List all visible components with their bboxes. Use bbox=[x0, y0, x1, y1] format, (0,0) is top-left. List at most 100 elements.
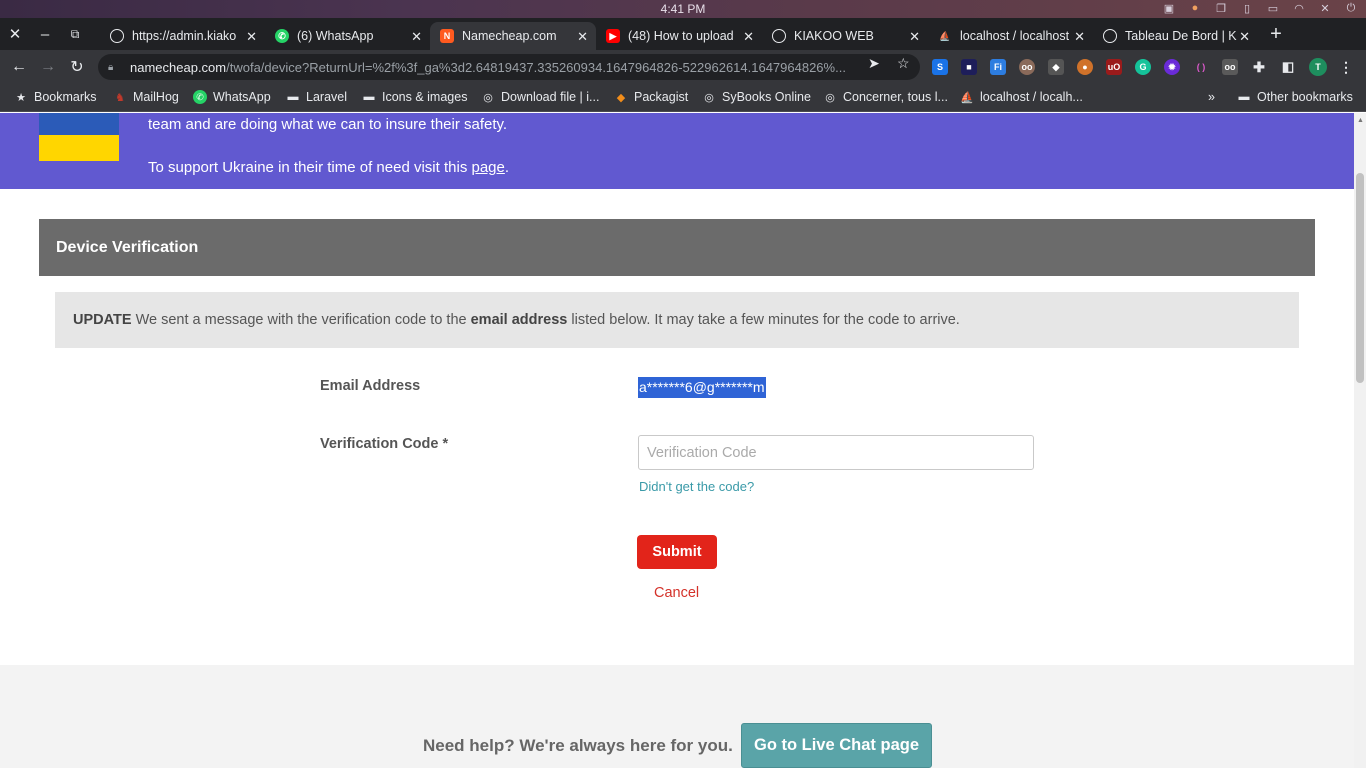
window-restore-icon[interactable]: ⧉ bbox=[60, 18, 90, 50]
bookmark-item[interactable]: ✆ WhatsApp bbox=[193, 90, 271, 104]
bookmark-item[interactable]: ⛵ localhost / localh... bbox=[960, 90, 1083, 104]
new-tab-icon[interactable]: + bbox=[1266, 18, 1286, 50]
system-tray: ▣ ● ❐ ▯ ▭ ◠ ✕ ⏻ bbox=[1162, 2, 1358, 15]
mailhog-icon: ♞ bbox=[115, 91, 125, 104]
address-bar[interactable]: 🔒︎ namecheap.com/twofa/device?ReturnUrl=… bbox=[98, 54, 920, 80]
globe-icon bbox=[110, 29, 124, 43]
folder-icon: ▬ bbox=[1238, 91, 1250, 103]
windows-icon[interactable]: ❐ bbox=[1214, 2, 1228, 15]
os-top-bar: 4:41 PM ▣ ● ❐ ▯ ▭ ◠ ✕ ⏻ bbox=[0, 0, 1366, 18]
live-chat-button[interactable]: Go to Live Chat page bbox=[741, 723, 932, 768]
help-text: Need help? We're always here for you. bbox=[423, 736, 733, 755]
wifi-icon[interactable]: ◠ bbox=[1292, 2, 1306, 15]
send-icon[interactable]: ➤ bbox=[868, 55, 880, 72]
email-label: Email Address bbox=[320, 378, 421, 394]
back-icon[interactable]: ← bbox=[8, 56, 30, 78]
extension-owl-icon[interactable]: oo bbox=[1019, 59, 1035, 75]
extension-glasses-icon[interactable]: oo bbox=[1222, 59, 1238, 75]
banner-support-text: To support Ukraine in their time of need… bbox=[148, 159, 510, 176]
tab-close-icon[interactable]: ✕ bbox=[909, 29, 920, 45]
bookmark-folder[interactable]: ▬ Icons & images bbox=[362, 90, 468, 104]
tab-close-icon[interactable]: ✕ bbox=[246, 29, 257, 45]
tab-namecheap[interactable]: N Namecheap.com ✕ bbox=[430, 22, 596, 50]
bookmark-item[interactable]: ★ Bookmarks bbox=[14, 90, 96, 104]
ukraine-banner: team and are doing what we can to insure… bbox=[0, 113, 1354, 189]
whatsapp-icon: ✆ bbox=[275, 29, 289, 43]
email-value: a*******6@g*******m bbox=[638, 377, 766, 398]
cancel-link[interactable]: Cancel bbox=[654, 585, 699, 601]
tab-close-icon[interactable]: ✕ bbox=[1074, 29, 1085, 45]
folder-icon: ▬ bbox=[287, 91, 299, 103]
tab-tableau-de-bord[interactable]: Tableau De Bord | K ✕ bbox=[1093, 22, 1258, 50]
submit-button[interactable]: Submit bbox=[637, 535, 717, 569]
bookmarks-overflow-icon[interactable]: » bbox=[1208, 90, 1215, 104]
globe-icon bbox=[772, 29, 786, 43]
tab-admin-kiakoo[interactable]: https://admin.kiako ✕ bbox=[100, 22, 265, 50]
bookmarks-bar: ★ Bookmarks ♞ MailHog ✆ WhatsApp ▬ Laravel ▬… bbox=[0, 84, 1366, 112]
browser-toolbar: ← → ↻ 🔒︎ namecheap.com/twofa/device?Retu… bbox=[0, 50, 1366, 84]
tab-kiakoo-web[interactable]: KIAKOO WEB ✕ bbox=[762, 22, 928, 50]
tab-localhost[interactable]: ⛵ localhost / localhost ✕ bbox=[928, 22, 1093, 50]
bookmark-item[interactable]: ◎ SyBooks Online bbox=[702, 90, 811, 104]
extension-shield-icon[interactable]: ■ bbox=[961, 59, 977, 75]
tab-close-icon[interactable]: ✕ bbox=[743, 29, 754, 45]
tab-close-icon[interactable]: ✕ bbox=[577, 29, 588, 45]
other-bookmarks-folder[interactable]: ▬ Other bookmarks bbox=[1237, 90, 1353, 104]
update-notice: UPDATE We sent a message with the verifi… bbox=[55, 292, 1299, 348]
menu-kebab-icon[interactable]: ⋮ bbox=[1338, 59, 1354, 75]
reload-icon[interactable]: ↻ bbox=[66, 56, 88, 78]
help-footer: Need help? We're always here for you. Go… bbox=[0, 665, 1354, 768]
extension-gray-icon[interactable]: ◆ bbox=[1048, 59, 1064, 75]
bookmark-item[interactable]: ◆ Packagist bbox=[614, 90, 688, 104]
side-panel-icon[interactable]: ◧ bbox=[1280, 59, 1296, 75]
extension-purple-icon[interactable]: ✹ bbox=[1164, 59, 1180, 75]
bookmark-item[interactable]: ◎ Download file | i... bbox=[481, 90, 599, 104]
extension-cookie-icon[interactable]: ● bbox=[1077, 59, 1093, 75]
bookmark-folder[interactable]: ▬ Laravel bbox=[286, 90, 348, 104]
star-icon: ★ bbox=[16, 91, 26, 104]
bookmark-item[interactable]: ◎ Concerner, tous l... bbox=[823, 90, 948, 104]
namecheap-icon: N bbox=[440, 29, 454, 43]
bookmark-item[interactable]: ♞ MailHog bbox=[113, 90, 179, 104]
tab-strip: ✕ – ⧉ https://admin.kiako ✕ ✆ (6) WhatsA… bbox=[0, 18, 1366, 50]
forward-icon[interactable]: → bbox=[37, 56, 59, 78]
page-scrollbar[interactable]: ▲ bbox=[1354, 113, 1366, 768]
volume-muted-icon[interactable]: ✕ bbox=[1318, 2, 1332, 15]
profile-avatar[interactable]: T bbox=[1309, 58, 1327, 76]
extension-ublock-icon[interactable]: uO bbox=[1106, 59, 1122, 75]
bookmark-star-icon[interactable]: ☆ bbox=[897, 55, 910, 72]
window-minimize-icon[interactable]: – bbox=[30, 18, 60, 50]
lock-icon: 🔒︎ bbox=[108, 61, 114, 73]
tab-whatsapp[interactable]: ✆ (6) WhatsApp ✕ bbox=[265, 22, 430, 50]
youtube-icon: ▶ bbox=[606, 29, 620, 43]
globe-icon bbox=[1103, 29, 1117, 43]
globe-icon: ◎ bbox=[825, 91, 835, 104]
page-title: Device Verification bbox=[39, 219, 1315, 276]
clipboard-icon[interactable]: ▣ bbox=[1162, 2, 1176, 15]
screen-icon[interactable]: ▭ bbox=[1266, 2, 1280, 15]
packagist-icon: ◆ bbox=[616, 91, 626, 104]
phpmyadmin-icon: ⛵ bbox=[939, 30, 951, 41]
banner-text: team and are doing what we can to insure… bbox=[148, 116, 508, 133]
folder-icon: ▬ bbox=[363, 91, 375, 103]
battery-icon[interactable]: ▯ bbox=[1240, 2, 1254, 15]
night-mode-icon[interactable]: ● bbox=[1188, 2, 1202, 14]
extension-grammarly-icon[interactable]: G bbox=[1135, 59, 1151, 75]
tab-close-icon[interactable]: ✕ bbox=[411, 29, 422, 45]
verification-code-label: Verification Code * bbox=[320, 436, 449, 452]
power-icon[interactable]: ⏻ bbox=[1344, 2, 1358, 14]
page-viewport: team and are doing what we can to insure… bbox=[0, 113, 1354, 768]
support-page-link[interactable]: page bbox=[471, 159, 504, 176]
extensions-puzzle-icon[interactable]: ✚ bbox=[1251, 59, 1267, 75]
window-close-icon[interactable]: ✕ bbox=[0, 18, 30, 50]
extension-s-icon[interactable]: S bbox=[932, 59, 948, 75]
globe-icon: ◎ bbox=[704, 91, 714, 104]
extension-fi-icon[interactable]: Fi bbox=[990, 59, 1006, 75]
tab-close-icon[interactable]: ✕ bbox=[1239, 29, 1250, 45]
scrollbar-thumb[interactable] bbox=[1356, 173, 1364, 383]
scroll-up-icon[interactable]: ▲ bbox=[1357, 117, 1364, 124]
extension-brackets-icon[interactable]: ( ) bbox=[1193, 59, 1209, 75]
resend-code-link[interactable]: Didn't get the code? bbox=[639, 479, 754, 494]
verification-code-input[interactable] bbox=[638, 435, 1034, 470]
tab-youtube[interactable]: ▶ (48) How to upload ✕ bbox=[596, 22, 762, 50]
